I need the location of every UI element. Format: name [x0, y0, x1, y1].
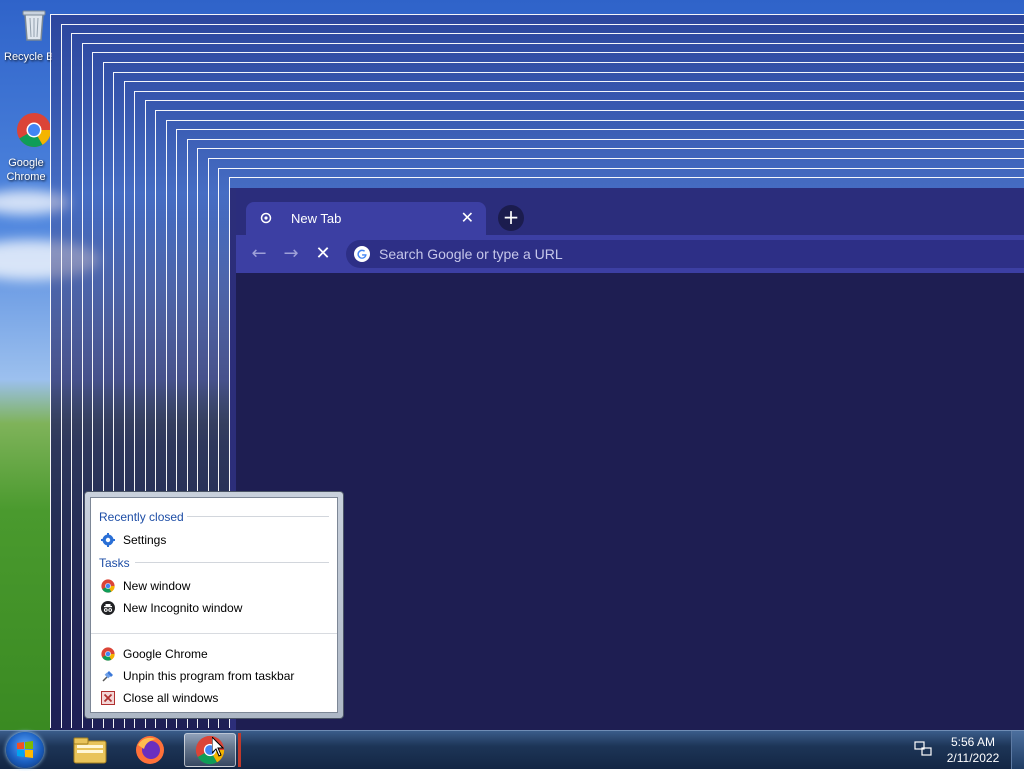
divider [187, 516, 329, 517]
jump-item-label: Close all windows [123, 691, 218, 705]
jump-item-new-window[interactable]: New window [99, 576, 331, 596]
tab-new-tab[interactable]: New Tab ✕ [246, 202, 486, 235]
chrome-icon [101, 647, 115, 661]
close-window-icon [101, 691, 115, 705]
jump-item-label: Unpin this program from taskbar [123, 669, 294, 683]
taskbar-window-stack-indicator [238, 733, 241, 767]
incognito-icon [101, 601, 115, 615]
loading-favicon-icon [260, 212, 272, 224]
divider [91, 633, 337, 634]
jump-item-label: New window [123, 579, 190, 593]
forward-button[interactable]: → [280, 243, 302, 265]
taskbar-chrome-button[interactable] [184, 733, 236, 767]
taskbar-jump-list: Recently closed Settings Tasks New windo… [84, 491, 344, 719]
jump-item-label: Settings [123, 533, 166, 547]
stop-button[interactable]: ✕ [312, 243, 334, 265]
chrome-icon [185, 734, 235, 766]
jump-item-google-chrome[interactable]: Google Chrome [99, 644, 331, 664]
chrome-icon [101, 579, 115, 593]
start-button[interactable] [6, 732, 44, 768]
jump-item-unpin[interactable]: Unpin this program from taskbar [99, 666, 331, 686]
taskbar-firefox-button[interactable] [124, 733, 176, 767]
tab-title: New Tab [291, 211, 341, 226]
show-desktop-button[interactable] [1011, 731, 1024, 769]
omnibox[interactable]: Search Google or type a URL [346, 240, 1024, 268]
network-icon[interactable] [914, 741, 932, 757]
tasks-heading: Tasks [99, 556, 130, 570]
jump-item-label: Google Chrome [123, 647, 208, 661]
new-tab-button[interactable]: + [498, 205, 524, 231]
taskbar: 5:56 AM 2/11/2022 [0, 730, 1024, 769]
folder-icon [64, 733, 116, 767]
taskbar-explorer-button[interactable] [64, 733, 116, 767]
recently-closed-heading: Recently closed [99, 510, 184, 524]
back-button[interactable]: ← [248, 243, 270, 265]
google-icon [354, 246, 370, 262]
clock[interactable]: 5:56 AM 2/11/2022 [940, 734, 1006, 766]
firefox-icon [124, 733, 176, 767]
close-tab-icon[interactable]: ✕ [461, 208, 474, 228]
mouse-cursor-icon [212, 737, 224, 757]
chrome-window[interactable]: New Tab ✕ + ← → ✕ Search Google or type … [230, 188, 1024, 730]
clock-date: 2/11/2022 [940, 750, 1006, 766]
toolbar: ← → ✕ Search Google or type a URL [236, 235, 1024, 273]
chrome-icon [16, 112, 52, 148]
recycle-bin-icon [16, 6, 52, 42]
jump-item-label: New Incognito window [123, 601, 242, 615]
omnibox-placeholder: Search Google or type a URL [379, 246, 563, 262]
divider [135, 562, 329, 563]
tab-strip: New Tab ✕ + [236, 188, 1024, 235]
jump-item-new-incognito-window[interactable]: New Incognito window [99, 598, 331, 618]
jump-item-close-all-windows[interactable]: Close all windows [99, 688, 331, 708]
unpin-icon [101, 669, 115, 683]
desktop-icon-label: Google Chrome [4, 156, 48, 184]
page-content [236, 273, 1024, 730]
jump-item-settings[interactable]: Settings [99, 530, 331, 550]
jump-list-panel: Recently closed Settings Tasks New windo… [90, 497, 338, 713]
gear-icon [101, 533, 115, 547]
windows-logo-icon [6, 732, 44, 768]
clock-time: 5:56 AM [940, 734, 1006, 750]
desktop-icon-label: Recycle Bin [4, 50, 52, 64]
